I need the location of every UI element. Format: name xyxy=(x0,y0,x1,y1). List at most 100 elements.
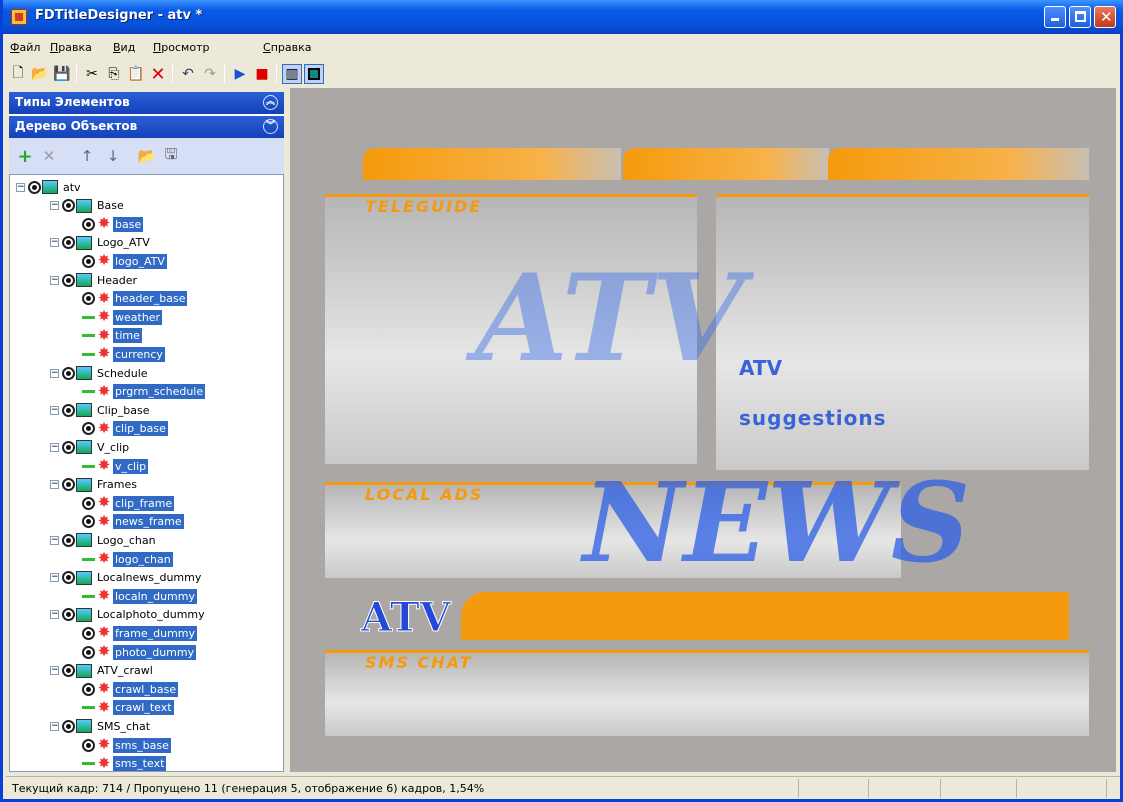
visibility-icon[interactable] xyxy=(82,738,95,752)
tree-node[interactable]: − V_clip xyxy=(50,438,131,456)
chevron-down-icon[interactable]: ︾ xyxy=(263,119,278,134)
tree-node[interactable]: ✸ news_frame xyxy=(82,513,184,531)
remove-icon[interactable]: ✕ xyxy=(39,146,59,166)
move-down-icon[interactable]: ↓ xyxy=(103,146,123,166)
visibility-icon[interactable] xyxy=(82,682,95,696)
tree-node[interactable]: − Frames xyxy=(50,476,139,494)
title-bar[interactable]: FDTitleDesigner - atv * ✕ xyxy=(3,0,1123,34)
visibility-icon[interactable] xyxy=(62,478,75,492)
collapse-icon[interactable]: − xyxy=(50,666,59,676)
object-tree[interactable]: − atv − Base ✸ base − Logo_ATV ✸ logo_ATV − Header ✸… xyxy=(9,174,284,772)
menu-preview[interactable]: Просмотр xyxy=(153,41,209,54)
visibility-icon[interactable] xyxy=(62,664,75,678)
tree-node[interactable]: ✸ crawl_text xyxy=(82,699,174,717)
tree-node[interactable]: ✸ localn_dummy xyxy=(82,587,197,605)
visibility-icon[interactable] xyxy=(62,719,75,733)
add-icon[interactable]: + xyxy=(15,146,35,167)
menu-view[interactable]: Вид xyxy=(113,41,135,54)
hidden-icon[interactable] xyxy=(82,315,95,319)
tree-node[interactable]: − Clip_base xyxy=(50,401,152,419)
visibility-icon[interactable] xyxy=(82,645,95,659)
open-icon[interactable]: 📂 xyxy=(30,64,50,84)
paste-icon[interactable]: 📋 xyxy=(126,64,146,84)
visibility-icon[interactable] xyxy=(82,292,95,306)
tree-node[interactable]: ✸ sms_base xyxy=(82,736,171,754)
frame-icon[interactable] xyxy=(304,64,324,84)
collapse-icon[interactable]: − xyxy=(50,610,59,620)
collapse-icon[interactable]: − xyxy=(50,480,59,490)
tree-node[interactable]: − SMS_chat xyxy=(50,717,152,735)
collapse-icon[interactable]: − xyxy=(50,201,59,211)
tree-node[interactable]: ✸ weather xyxy=(82,308,163,326)
visibility-icon[interactable] xyxy=(62,440,75,454)
visibility-icon[interactable] xyxy=(62,533,75,547)
move-up-icon[interactable]: ↑ xyxy=(77,146,97,166)
copy-icon[interactable]: ⎘ xyxy=(104,64,124,84)
tree-node[interactable]: ✸ clip_base xyxy=(82,420,168,438)
visibility-icon[interactable] xyxy=(62,608,75,622)
tree-node[interactable]: − Base xyxy=(50,197,126,215)
collapse-icon[interactable]: − xyxy=(50,368,59,378)
hidden-icon[interactable] xyxy=(82,762,95,766)
tree-node[interactable]: − Logo_chan xyxy=(50,531,158,549)
tree-node[interactable]: ✸ prgrm_schedule xyxy=(82,383,206,401)
tree-node[interactable]: ✸ logo_chan xyxy=(82,550,173,568)
visibility-icon[interactable] xyxy=(82,515,95,529)
menu-edit[interactable]: Правка xyxy=(50,41,92,54)
tree-node[interactable]: ✸ time xyxy=(82,327,142,345)
object-tree-header[interactable]: Дерево Объектов ︾ xyxy=(9,116,284,138)
tree-node[interactable]: ✸ frame_dummy xyxy=(82,624,198,642)
save-icon[interactable]: 💾 xyxy=(52,64,72,84)
visibility-icon[interactable] xyxy=(28,180,41,194)
visibility-icon[interactable] xyxy=(82,422,95,436)
maximize-button[interactable] xyxy=(1069,6,1091,28)
tree-node[interactable]: − Header xyxy=(50,271,139,289)
chevron-up-icon[interactable]: ︽ xyxy=(263,95,278,110)
play-icon[interactable]: ▶ xyxy=(230,64,250,84)
collapse-icon[interactable]: − xyxy=(50,535,59,545)
visibility-icon[interactable] xyxy=(82,626,95,640)
tree-node[interactable]: ✸ base xyxy=(82,215,144,233)
tree-node[interactable]: ✸ photo_dummy xyxy=(82,643,197,661)
tree-node[interactable]: ✸ clip_frame xyxy=(82,494,175,512)
hidden-icon[interactable] xyxy=(82,334,95,338)
export-icon[interactable]: 🖫 xyxy=(161,145,181,166)
tree-node[interactable]: ✸ sms_text xyxy=(82,755,167,771)
tree-node[interactable]: ✸ currency xyxy=(82,345,165,363)
collapse-icon[interactable]: − xyxy=(50,573,59,583)
visibility-icon[interactable] xyxy=(62,403,75,417)
tree-node[interactable]: − atv xyxy=(16,178,83,196)
load-icon[interactable]: 📂 xyxy=(137,146,157,166)
tree-node[interactable]: − Localnews_dummy xyxy=(50,569,203,587)
stop-icon[interactable]: ■ xyxy=(252,64,272,84)
collapse-icon[interactable]: − xyxy=(16,182,25,192)
hidden-icon[interactable] xyxy=(82,706,95,710)
delete-icon[interactable]: ✕ xyxy=(148,64,168,85)
visibility-icon[interactable] xyxy=(62,571,75,585)
minimize-button[interactable] xyxy=(1044,6,1066,28)
new-icon[interactable]: 🗋 xyxy=(8,64,28,84)
collapse-icon[interactable]: − xyxy=(50,238,59,248)
visibility-icon[interactable] xyxy=(62,366,75,380)
hidden-icon[interactable] xyxy=(82,390,95,394)
collapse-icon[interactable]: − xyxy=(50,275,59,285)
collapse-icon[interactable]: − xyxy=(50,405,59,415)
title-preview[interactable]: TELEGUIDE ATV ATV suggestions NEWS LOCAL… xyxy=(325,148,1089,736)
visibility-icon[interactable] xyxy=(62,236,75,250)
tree-node[interactable]: − Schedule xyxy=(50,364,150,382)
hidden-icon[interactable] xyxy=(82,557,95,561)
undo-icon[interactable]: ↶ xyxy=(178,64,198,84)
visibility-icon[interactable] xyxy=(62,273,75,287)
hidden-icon[interactable] xyxy=(82,464,95,468)
menu-file[interactable]: Файл xyxy=(10,41,40,54)
tree-node[interactable]: − Logo_ATV xyxy=(50,234,152,252)
redo-icon[interactable]: ↷ xyxy=(200,64,220,84)
safe-area-icon[interactable]: ▥ xyxy=(282,64,302,84)
collapse-icon[interactable]: − xyxy=(50,721,59,731)
menu-help[interactable]: Справка xyxy=(263,41,311,54)
element-types-header[interactable]: Типы Элементов ︽ xyxy=(9,92,284,114)
visibility-icon[interactable] xyxy=(62,199,75,213)
close-button[interactable]: ✕ xyxy=(1094,6,1116,28)
tree-node[interactable]: − ATV_crawl xyxy=(50,662,155,680)
collapse-icon[interactable]: − xyxy=(50,442,59,452)
